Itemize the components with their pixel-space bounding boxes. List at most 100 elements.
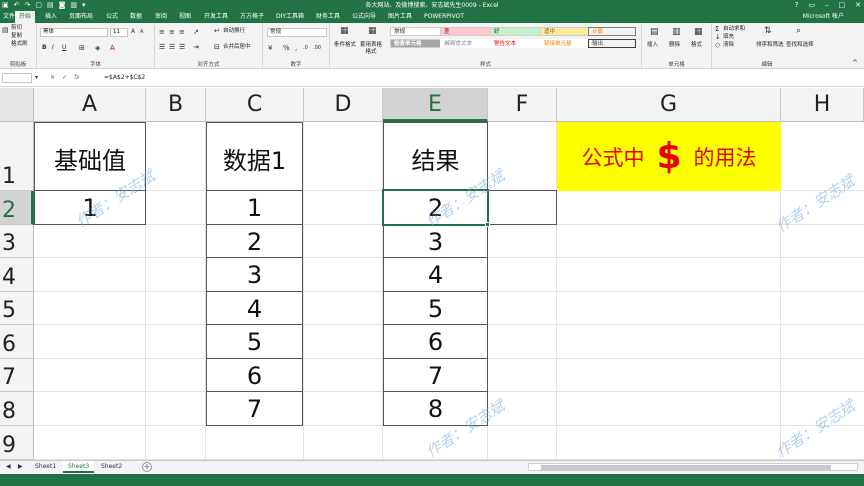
scroll-left-icon[interactable]: ◀	[6, 463, 11, 471]
align-top-icon[interactable]: ≡	[159, 28, 165, 36]
column-header-g[interactable]: G	[557, 88, 781, 122]
font-color-icon[interactable]: A	[110, 44, 115, 52]
bold-button[interactable]: B	[42, 44, 47, 52]
minimize-icon[interactable]: –	[825, 0, 829, 11]
horizontal-scrollbar[interactable]	[528, 463, 858, 471]
merge-center-button[interactable]: 合并后居中	[223, 44, 251, 51]
tab-formula-wizard[interactable]: 公式向导	[352, 11, 376, 23]
increase-decimal-icon[interactable]: .0	[303, 44, 308, 52]
cell-c6[interactable]: 5	[206, 324, 303, 359]
find-select-button[interactable]: 查找和选择	[786, 42, 814, 49]
tab-view[interactable]: 视图	[179, 11, 191, 23]
tab-picture-tools[interactable]: 图片工具	[388, 11, 412, 23]
cell-c3[interactable]: 2	[206, 224, 303, 258]
cell-g1-title[interactable]: 公式中 $ 的用法	[557, 122, 781, 191]
row-header-6[interactable]: 6	[0, 325, 34, 359]
cell-c5[interactable]: 4	[206, 291, 303, 325]
percent-icon[interactable]: %	[283, 44, 290, 52]
cancel-entry-icon[interactable]: ✕	[50, 73, 55, 83]
column-header-b[interactable]: B	[146, 88, 206, 122]
number-format-select[interactable]: 常规	[267, 28, 327, 37]
wrap-text-icon[interactable]: ↵	[214, 27, 220, 35]
row-header-5[interactable]: 5	[0, 292, 34, 325]
sort-filter-button[interactable]: 排序和筛选	[756, 42, 784, 49]
format-as-table-button[interactable]: 套用表格格式	[360, 42, 382, 56]
find-select-icon[interactable]: ⌕	[796, 27, 801, 36]
column-header-c[interactable]: C	[206, 88, 304, 122]
ribbon-options-icon[interactable]: ▭	[808, 0, 815, 11]
underline-button[interactable]: U	[62, 44, 66, 52]
column-header-d[interactable]: D	[304, 88, 383, 122]
autosum-icon[interactable]: Σ	[715, 25, 719, 33]
align-middle-icon[interactable]: ≡	[169, 28, 175, 36]
add-sheet-button[interactable]: +	[142, 462, 152, 472]
cell-e6[interactable]: 6	[383, 324, 488, 359]
row-header-4[interactable]: 4	[0, 258, 34, 292]
cell-c1[interactable]: 数据1	[206, 122, 303, 191]
tab-diy-toolbox[interactable]: DIY工具箱	[276, 11, 304, 23]
confirm-entry-icon[interactable]: ✓	[62, 73, 67, 83]
shrink-font-icon[interactable]: A	[140, 28, 143, 36]
clear-icon[interactable]: ◇	[715, 41, 720, 49]
column-header-f[interactable]: F	[488, 88, 557, 122]
row-header-3[interactable]: 3	[0, 225, 34, 258]
autosum-button[interactable]: 自动求和	[723, 26, 745, 33]
tab-developer[interactable]: 开发工具	[204, 11, 228, 23]
tab-formulas[interactable]: 公式	[106, 11, 118, 23]
cell-c4[interactable]: 3	[206, 257, 303, 292]
row-header-8[interactable]: 8	[0, 392, 34, 426]
name-box[interactable]	[2, 73, 32, 83]
cell-c7[interactable]: 6	[206, 358, 303, 392]
row-header-9[interactable]: 9	[0, 426, 34, 460]
style-explanatory[interactable]: 解释性文本	[440, 39, 492, 48]
tab-fangfang[interactable]: 方方格子	[240, 11, 264, 23]
tab-powerpivot[interactable]: POWERPIVOT	[424, 11, 464, 23]
sheet-tab-sheet2[interactable]: Sheet2	[96, 461, 127, 473]
row-header-7[interactable]: 7	[0, 359, 34, 392]
tab-file[interactable]: 文件	[3, 11, 15, 23]
scrollbar-thumb[interactable]	[541, 465, 831, 470]
tab-page-layout[interactable]: 页面布局	[69, 11, 93, 23]
row-header-2[interactable]: 2	[0, 191, 34, 225]
name-box-dropdown-icon[interactable]: ▾	[35, 74, 38, 82]
cell-e4[interactable]: 4	[383, 257, 488, 292]
style-check-cell[interactable]: 检查单元格	[390, 39, 442, 48]
align-center-icon[interactable]: ☰	[169, 43, 175, 51]
fill-color-icon[interactable]: ◈	[95, 44, 100, 52]
font-size-select[interactable]: 11	[110, 28, 128, 37]
close-icon[interactable]: ✕	[855, 0, 861, 11]
column-header-e[interactable]: E	[383, 88, 488, 122]
wrap-text-button[interactable]: 自动换行	[223, 28, 245, 35]
fill-button[interactable]: 填充	[723, 34, 734, 41]
cell-e7[interactable]: 7	[383, 358, 488, 392]
merge-center-icon[interactable]: ⊟	[214, 43, 220, 51]
cut-button[interactable]: 剪切	[11, 25, 22, 32]
help-icon[interactable]: ?	[795, 0, 799, 11]
account-label[interactable]: Microsoft 帐户	[803, 11, 844, 23]
delete-cells-icon[interactable]: ▥	[672, 28, 681, 37]
tab-home[interactable]: 开始	[15, 11, 36, 23]
row-header-1[interactable]: 1	[0, 122, 34, 191]
sort-filter-icon[interactable]: ⇅	[764, 27, 772, 36]
style-bad[interactable]: 差	[440, 27, 492, 36]
grow-font-icon[interactable]: A	[131, 28, 135, 36]
accounting-format-icon[interactable]: ¥	[268, 44, 272, 52]
column-header-a[interactable]: A	[34, 88, 146, 122]
indent-icon[interactable]: ⇥	[193, 43, 199, 51]
column-header-h[interactable]: H	[781, 88, 864, 122]
paste-icon[interactable]: ▤	[2, 26, 9, 34]
style-good[interactable]: 好	[490, 27, 542, 36]
cell-c8[interactable]: 7	[206, 391, 303, 426]
orientation-icon[interactable]: ↗	[193, 28, 199, 36]
sheet-tab-sheet1[interactable]: Sheet1	[30, 461, 61, 473]
delete-cells-button[interactable]: 删除	[669, 42, 680, 49]
clear-button[interactable]: 清除	[723, 42, 734, 49]
font-name-select[interactable]: 黑体	[40, 28, 108, 37]
style-linked-cell[interactable]: 链接单元格	[540, 39, 592, 48]
align-bottom-icon[interactable]: ≡	[179, 28, 185, 36]
insert-cells-button[interactable]: 插入	[647, 42, 658, 49]
style-neutral[interactable]: 适中	[540, 27, 592, 36]
comma-icon[interactable]: ,	[295, 44, 297, 52]
style-calculation[interactable]: 计算	[588, 27, 636, 36]
format-painter-button[interactable]: 格式刷	[11, 41, 28, 48]
